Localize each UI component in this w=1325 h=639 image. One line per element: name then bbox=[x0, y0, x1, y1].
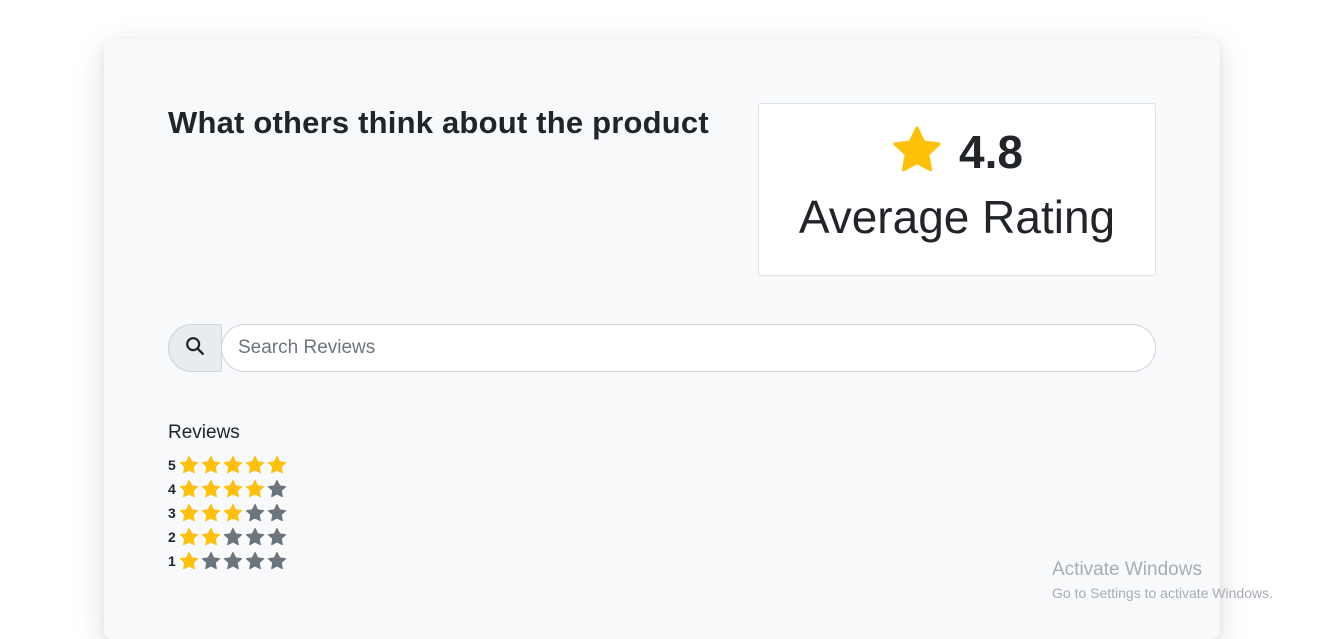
search-icon bbox=[184, 335, 206, 362]
star-filled-icon bbox=[245, 455, 267, 475]
star-filter-row[interactable]: 3 bbox=[168, 501, 289, 525]
star-filled-icon bbox=[201, 503, 223, 523]
star-filter-list: 5 4 3 2 1 bbox=[168, 453, 289, 573]
windows-activation-watermark: Activate Windows Go to Settings to activ… bbox=[1052, 559, 1273, 601]
page-title: What others think about the product bbox=[168, 105, 709, 140]
average-rating-label: Average Rating bbox=[798, 191, 1116, 243]
star-filter-row[interactable]: 1 bbox=[168, 549, 289, 573]
star-filled-icon bbox=[179, 503, 201, 523]
star-filled-icon bbox=[223, 455, 245, 475]
star-filled-icon bbox=[223, 479, 245, 499]
average-rating-value: 4.8 bbox=[959, 126, 1023, 178]
star-filled-icon bbox=[267, 455, 289, 475]
rating-row: 4.8 bbox=[759, 124, 1155, 180]
star-empty-icon bbox=[223, 527, 245, 547]
star-filter-row[interactable]: 4 bbox=[168, 477, 289, 501]
reviews-heading: Reviews bbox=[168, 422, 240, 443]
star-empty-icon bbox=[223, 551, 245, 571]
watermark-subtitle: Go to Settings to activate Windows. bbox=[1052, 585, 1273, 601]
star-filled-icon bbox=[245, 479, 267, 499]
star-filled-icon bbox=[179, 455, 201, 475]
star-filled-icon bbox=[179, 479, 201, 499]
star-row-label: 2 bbox=[168, 529, 176, 545]
star-row-label: 3 bbox=[168, 505, 176, 521]
star-row-label: 1 bbox=[168, 553, 176, 569]
star-row-label: 4 bbox=[168, 481, 176, 497]
star-filled-icon bbox=[179, 551, 201, 571]
star-empty-icon bbox=[267, 551, 289, 571]
star-empty-icon bbox=[267, 503, 289, 523]
star-empty-icon bbox=[245, 551, 267, 571]
star-filled-icon bbox=[201, 479, 223, 499]
star-icon bbox=[891, 124, 943, 181]
star-filter-row[interactable]: 5 bbox=[168, 453, 289, 477]
reviews-card: What others think about the product 4.8 … bbox=[104, 39, 1220, 639]
star-empty-icon bbox=[245, 503, 267, 523]
search-button[interactable] bbox=[168, 324, 222, 372]
star-filled-icon bbox=[179, 527, 201, 547]
star-filled-icon bbox=[223, 503, 245, 523]
watermark-title: Activate Windows bbox=[1052, 559, 1202, 580]
star-row-label: 5 bbox=[168, 457, 176, 473]
star-filter-row[interactable]: 2 bbox=[168, 525, 289, 549]
average-rating-box: 4.8 Average Rating bbox=[758, 103, 1156, 276]
star-empty-icon bbox=[267, 527, 289, 547]
star-empty-icon bbox=[245, 527, 267, 547]
star-filled-icon bbox=[201, 455, 223, 475]
star-empty-icon bbox=[201, 551, 223, 571]
star-filled-icon bbox=[201, 527, 223, 547]
star-empty-icon bbox=[267, 479, 289, 499]
search-input[interactable] bbox=[221, 324, 1156, 372]
